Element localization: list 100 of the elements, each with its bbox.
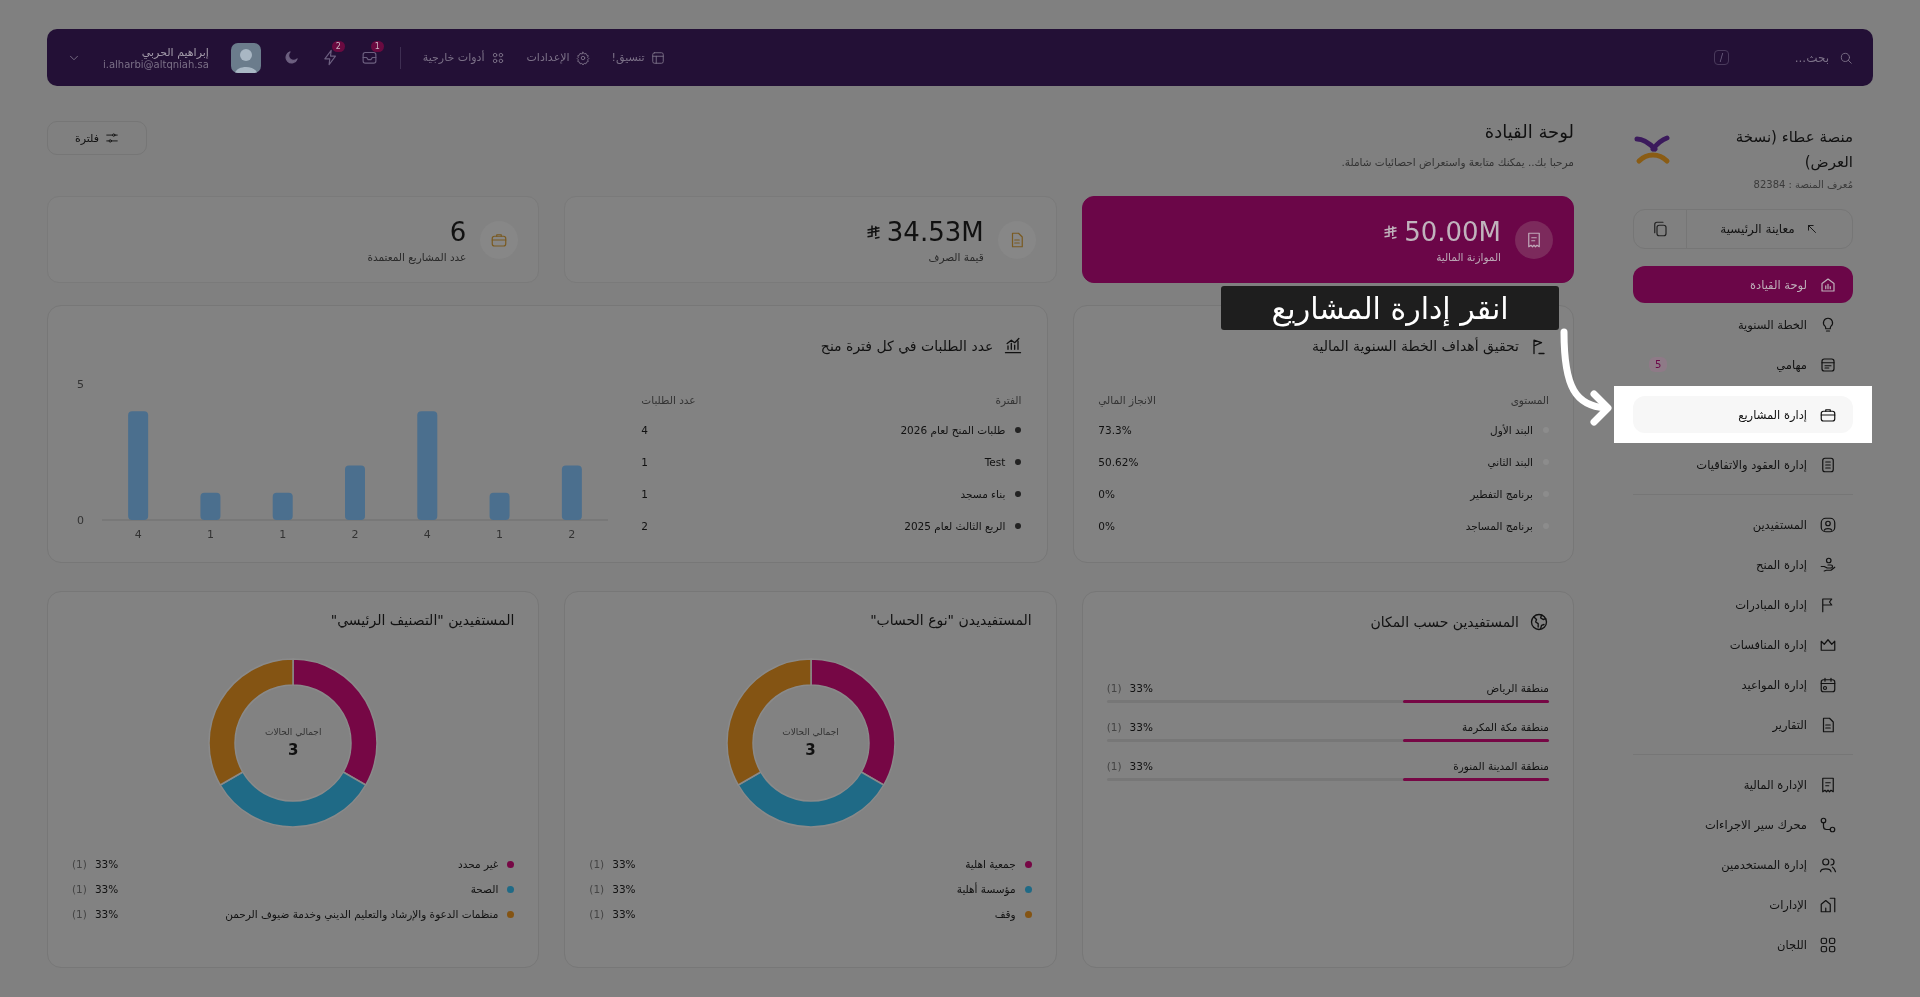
list-icon (1819, 355, 1837, 374)
legend-label: جمعية اهلية (965, 858, 1016, 870)
x-tick-label: 1 (279, 528, 287, 541)
platform-id: مُعرف المنصة : 82384 (1752, 179, 1853, 190)
legend-label: غير محدد (457, 858, 499, 870)
sidebar-item[interactable]: محرك سير الاجراءات (1633, 806, 1853, 843)
percent-label: 33% (612, 883, 636, 895)
menu-link[interactable]: أدوات خارجية (422, 50, 505, 65)
count-label: (1) (589, 883, 605, 895)
sidebar-item[interactable]: الإدارة المالية (1633, 766, 1853, 803)
lightning-icon[interactable] (321, 49, 339, 66)
table-cell-text: 0% (1098, 520, 1116, 532)
table-cell: Test (984, 456, 1006, 468)
sidebar-item[interactable]: إدارة المبادرات (1633, 586, 1853, 623)
sidebar-item[interactable]: المستفيدين (1633, 506, 1853, 543)
bar (489, 492, 510, 520)
sidebar-item[interactable]: إدارة المشاريع (1633, 396, 1853, 433)
bar (200, 492, 221, 520)
x-tick-label: 4 (134, 528, 142, 541)
wallet-icon (1525, 230, 1543, 249)
card-title: تحقيق أهداف الخطة السنوية المالية (1312, 338, 1519, 354)
bullet-dot (1015, 427, 1022, 433)
page-subtitle: مرحبا بك.. يمكنك متابعة واستعراض احصائيات شاملة. (1341, 156, 1574, 168)
bullet-dot (1015, 491, 1022, 497)
x-tick-label: 1 (206, 528, 214, 541)
building-icon (1819, 895, 1837, 914)
filter-button[interactable]: فلترة (47, 121, 147, 155)
users-icon (1819, 855, 1837, 874)
stat-value: 50.00M (1404, 216, 1501, 247)
column-header: الفترة (995, 394, 1022, 406)
sidebar-item[interactable]: اللجان (1633, 926, 1853, 963)
grid-icon (1819, 935, 1837, 954)
stat-value: 6 (449, 216, 467, 247)
table-cell-text: 73.3% (1098, 424, 1133, 436)
column-header: المستوى (1510, 394, 1549, 406)
tooltip: انقر إدارة المشاريع (1221, 286, 1559, 330)
count-label: (1) (1106, 721, 1122, 733)
region-name: منطقة الرياض (1486, 682, 1549, 694)
sidebar-item[interactable]: إدارة المنافسات (1633, 626, 1853, 663)
percent-label: 33% (1129, 721, 1153, 733)
hand-icon (1819, 555, 1837, 574)
count-label: (1) (1106, 682, 1122, 694)
sidebar-item[interactable]: إدارة المنح (1633, 546, 1853, 583)
card-title: عدد الطلبات في كل فترة منح (820, 338, 994, 354)
table-cell: برنامج المساجد (1465, 520, 1533, 532)
count-label: (1) (589, 908, 605, 920)
legend-label: الصحة (470, 883, 499, 895)
legend-label: وقف (994, 908, 1016, 920)
y-tick-label: 5 (77, 378, 84, 391)
total-value: 3 (287, 741, 299, 759)
x-tick-label: 2 (568, 528, 576, 541)
sliders-icon (105, 131, 120, 145)
copy-icon (1651, 220, 1669, 238)
x-tick-label: 1 (496, 528, 504, 541)
bar (272, 492, 293, 520)
sidebar-item[interactable]: لوحة القيادة (1633, 266, 1853, 303)
percent-label: 33% (94, 858, 119, 870)
sidebar-item[interactable]: إدارة العقود والاتفاقيات (1633, 446, 1853, 483)
globe-icon (1529, 612, 1549, 632)
page-title: لوحة القيادة (1483, 121, 1574, 142)
inbox-icon[interactable] (360, 49, 378, 66)
menu-link[interactable]: تنسيق! (611, 50, 665, 65)
moon-icon[interactable] (282, 49, 300, 66)
bullet-dot (1015, 459, 1022, 465)
total-value: 3 (805, 741, 816, 759)
sidebar-item[interactable]: إدارة المواعيد (1633, 666, 1853, 703)
card-title: المستفيديدن "نوع الحساب" (870, 612, 1032, 628)
table-cell: البند الأول (1490, 424, 1533, 436)
search-field[interactable]: بحث... (1751, 49, 1831, 66)
count-label: (1) (1106, 760, 1122, 772)
menu-link[interactable]: الإعدادات (526, 50, 590, 65)
count-label: (1) (72, 883, 87, 895)
sidebar-item[interactable]: الخطة السنوية (1633, 306, 1853, 343)
bar (561, 465, 582, 520)
count-label: (1) (589, 858, 605, 870)
x-tick-label: 2 (351, 528, 359, 541)
sidebar-item[interactable]: الإدارات (1633, 886, 1853, 923)
y-tick-label: 0 (77, 514, 84, 527)
stat-label: عدد المشاريع المعتمدة (367, 250, 467, 263)
calendar-icon (1819, 675, 1837, 694)
platform-name: منصة عطاء (نسخة العرض) (1734, 127, 1853, 173)
table-cell-text: 1 (641, 456, 650, 468)
chart-icon (1003, 336, 1024, 356)
notification-badge: 1 (370, 41, 384, 52)
percent-label: 33% (612, 908, 636, 920)
apps-icon (490, 50, 505, 65)
bullet-dot (1015, 523, 1022, 529)
table-cell: طلبات المنح لعام 2026 (900, 424, 1006, 436)
center-label: اجمالي الحالات (264, 727, 322, 737)
sidebar-item[interactable]: التقارير (1633, 706, 1853, 743)
layout-icon (650, 50, 665, 65)
card-title: المستفيدين "التصنيف الرئيسي" (330, 612, 515, 628)
user-name: إبراهيم الحربي (141, 45, 209, 59)
logo (1633, 135, 1673, 165)
avatar[interactable] (230, 42, 261, 73)
bar (345, 465, 365, 520)
legend-label: مؤسسة أهلية (956, 883, 1016, 895)
region-name: منطقة المدينة المنورة (1453, 760, 1549, 772)
sidebar-item[interactable]: إدارة المستخدمين (1633, 846, 1853, 883)
table-cell-text: 2 (641, 520, 650, 532)
